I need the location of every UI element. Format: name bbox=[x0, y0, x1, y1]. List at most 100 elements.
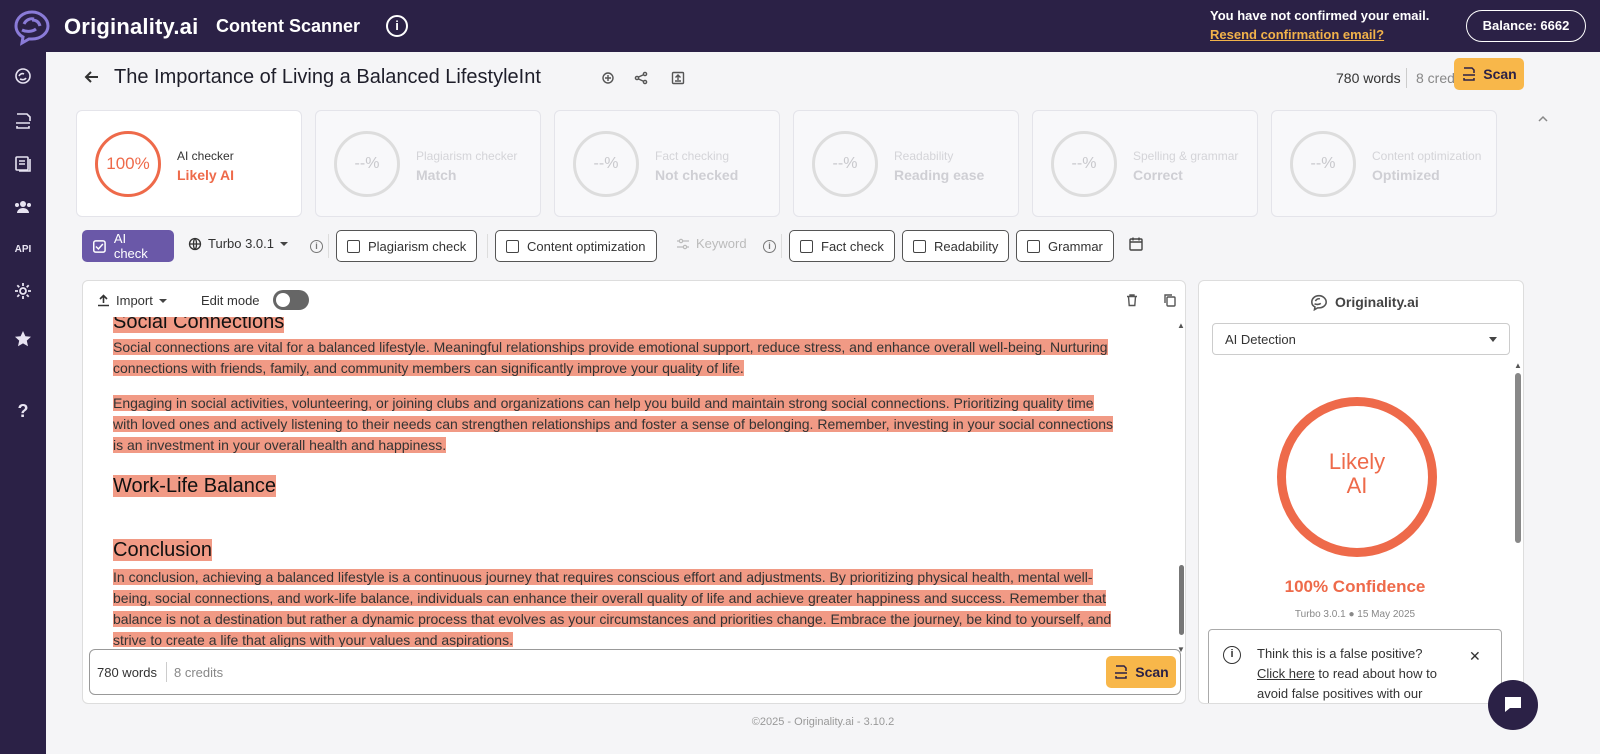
card-label: Readability bbox=[894, 149, 954, 163]
keyword-button[interactable]: Keyword bbox=[676, 236, 747, 251]
confidence-score: 100% Confidence bbox=[1284, 577, 1426, 596]
balance-button[interactable]: Balance: 6662 bbox=[1466, 10, 1586, 42]
heading-work-life-balance: Work-Life Balance bbox=[113, 475, 277, 498]
panel-brand-name: Originality.ai bbox=[1335, 294, 1419, 310]
brain-logo-icon bbox=[1311, 294, 1327, 311]
highlighted-text: Work-Life Balance bbox=[113, 475, 277, 497]
checkbox-icon bbox=[800, 239, 813, 253]
add-icon[interactable] bbox=[600, 70, 616, 86]
trash-icon[interactable] bbox=[1125, 293, 1139, 307]
highlighted-text: Conclusion bbox=[113, 539, 212, 561]
score-ring: --% bbox=[1051, 131, 1117, 197]
scan-icon bbox=[1115, 665, 1128, 679]
card-label: AI checker bbox=[177, 149, 234, 163]
highlighted-text: being, social connections, and work-life… bbox=[113, 590, 1107, 606]
paragraph: Social connections are vital for a balan… bbox=[113, 337, 1153, 379]
chat-icon bbox=[1505, 697, 1521, 712]
copy-icon[interactable] bbox=[1163, 293, 1177, 307]
import-button[interactable]: Import bbox=[97, 293, 167, 308]
chevron-up-icon[interactable] bbox=[1536, 112, 1550, 126]
model-select[interactable]: Turbo 3.0.1 bbox=[188, 236, 289, 251]
score-ring: 100% bbox=[95, 131, 161, 197]
card-ai-checker[interactable]: 100% AI checker Likely AI bbox=[76, 110, 302, 217]
score-ring: --% bbox=[812, 131, 878, 197]
panel-brand: Originality.ai bbox=[1309, 293, 1419, 311]
readability-label: Readability bbox=[934, 238, 999, 254]
sidebar-help-icon[interactable]: ? bbox=[12, 400, 34, 422]
card-label: Fact checking bbox=[655, 149, 730, 163]
card-value: Reading ease bbox=[894, 167, 985, 183]
card-label: Spelling & grammar bbox=[1133, 149, 1239, 163]
card-content-optimization[interactable]: --% Content optimization Optimized bbox=[1271, 110, 1497, 217]
ring-line: Likely bbox=[1328, 449, 1386, 474]
plagiarism-check-toggle[interactable]: Plagiarism check bbox=[336, 230, 478, 262]
readability-toggle[interactable]: Readability bbox=[902, 230, 1010, 262]
close-icon[interactable]: ✕ bbox=[1469, 648, 1481, 665]
checkbox-icon bbox=[1027, 239, 1040, 253]
click-here-link[interactable]: Click here bbox=[1257, 666, 1315, 681]
sidebar-scan-icon[interactable] bbox=[12, 110, 34, 132]
card-value: Correct bbox=[1133, 167, 1183, 183]
select-value: AI Detection bbox=[1225, 332, 1296, 347]
caret-down-icon bbox=[280, 241, 289, 246]
fact-check-toggle[interactable]: Fact check bbox=[789, 230, 895, 262]
sidebar-star-icon[interactable] bbox=[12, 328, 34, 350]
caret-down-icon bbox=[158, 298, 167, 303]
notice-line: to read about how to bbox=[1314, 666, 1437, 681]
paragraph: In conclusion, achieving a balanced life… bbox=[113, 567, 1153, 647]
card-readability[interactable]: --% Readability Reading ease bbox=[793, 110, 1019, 217]
card-fact-checking[interactable]: --% Fact checking Not checked bbox=[554, 110, 780, 217]
content-optimization-toggle[interactable]: Content optimization bbox=[495, 230, 657, 262]
card-spelling-grammar[interactable]: --% Spelling & grammar Correct bbox=[1032, 110, 1258, 217]
sidebar-brain-icon[interactable] bbox=[12, 66, 34, 88]
sidebar-api-icon[interactable]: API bbox=[12, 238, 34, 260]
highlighted-text: Social connections are vital for a balan… bbox=[113, 339, 1108, 355]
editor-scrollbar[interactable] bbox=[1179, 565, 1184, 635]
heading-conclusion: Conclusion bbox=[113, 539, 212, 562]
export-icon[interactable] bbox=[670, 70, 686, 86]
heading-social-connections: Social Connections bbox=[113, 317, 285, 334]
editor-footer: 780 words 8 credits Scan bbox=[89, 649, 1181, 695]
share-icon[interactable] bbox=[633, 70, 649, 86]
brain-logo-icon[interactable] bbox=[10, 6, 54, 46]
score-ring: --% bbox=[334, 131, 400, 197]
editor-content[interactable]: Social Connections Social connections ar… bbox=[113, 317, 1177, 647]
panel-scrollbar[interactable] bbox=[1515, 373, 1521, 543]
sidebar-team-icon[interactable] bbox=[12, 196, 34, 218]
document-title[interactable]: The Importance of Living a Balanced Life… bbox=[114, 66, 541, 89]
info-icon[interactable]: i bbox=[386, 15, 408, 37]
scan-button[interactable]: Scan bbox=[1454, 58, 1524, 90]
detection-type-select[interactable]: AI Detection bbox=[1212, 323, 1510, 355]
keyword-info-icon[interactable]: i bbox=[763, 240, 776, 253]
grammar-toggle[interactable]: Grammar bbox=[1016, 230, 1114, 262]
card-value: Optimized bbox=[1372, 167, 1440, 183]
word-count: 780 words bbox=[97, 665, 157, 680]
score-ring: --% bbox=[573, 131, 639, 197]
ai-check-toggle[interactable]: AI check bbox=[82, 230, 174, 262]
scroll-up-icon[interactable]: ▲ bbox=[1514, 361, 1522, 370]
calendar-icon[interactable] bbox=[1128, 236, 1144, 252]
result-ring-text: Likely AI bbox=[1286, 450, 1428, 498]
highlighted-text: strive to create a life that aligns with… bbox=[113, 632, 513, 647]
scan-button-bottom[interactable]: Scan bbox=[1106, 656, 1176, 688]
back-arrow-icon[interactable] bbox=[82, 67, 102, 87]
info-icon: i bbox=[1223, 646, 1241, 664]
highlighted-text: is an investment in your overall health … bbox=[113, 437, 447, 453]
brand-name[interactable]: Originality.ai bbox=[64, 14, 198, 40]
scroll-up-icon[interactable]: ▲ bbox=[1177, 321, 1185, 330]
edit-mode-toggle[interactable] bbox=[273, 290, 309, 310]
sidebar-settings-icon[interactable] bbox=[12, 280, 34, 302]
app-name: Content Scanner bbox=[216, 16, 361, 36]
word-count: 780 words bbox=[1336, 70, 1401, 86]
model-label: Turbo 3.0.1 bbox=[208, 236, 275, 251]
model-info-icon[interactable]: i bbox=[310, 240, 323, 253]
edit-mode-label: Edit mode bbox=[201, 293, 260, 308]
card-plagiarism-checker[interactable]: --% Plagiarism checker Match bbox=[315, 110, 541, 217]
sidebar-documents-icon[interactable] bbox=[12, 152, 34, 174]
scan-label: Scan bbox=[1483, 66, 1517, 82]
content-optimization-label: Content optimization bbox=[527, 238, 646, 254]
checkbox-icon bbox=[506, 239, 519, 253]
resend-email-link[interactable]: Resend confirmation email? bbox=[1210, 27, 1384, 42]
notice-text: Think this is a false positive? Click he… bbox=[1257, 644, 1457, 703]
ai-check-label: AI check bbox=[113, 231, 148, 261]
